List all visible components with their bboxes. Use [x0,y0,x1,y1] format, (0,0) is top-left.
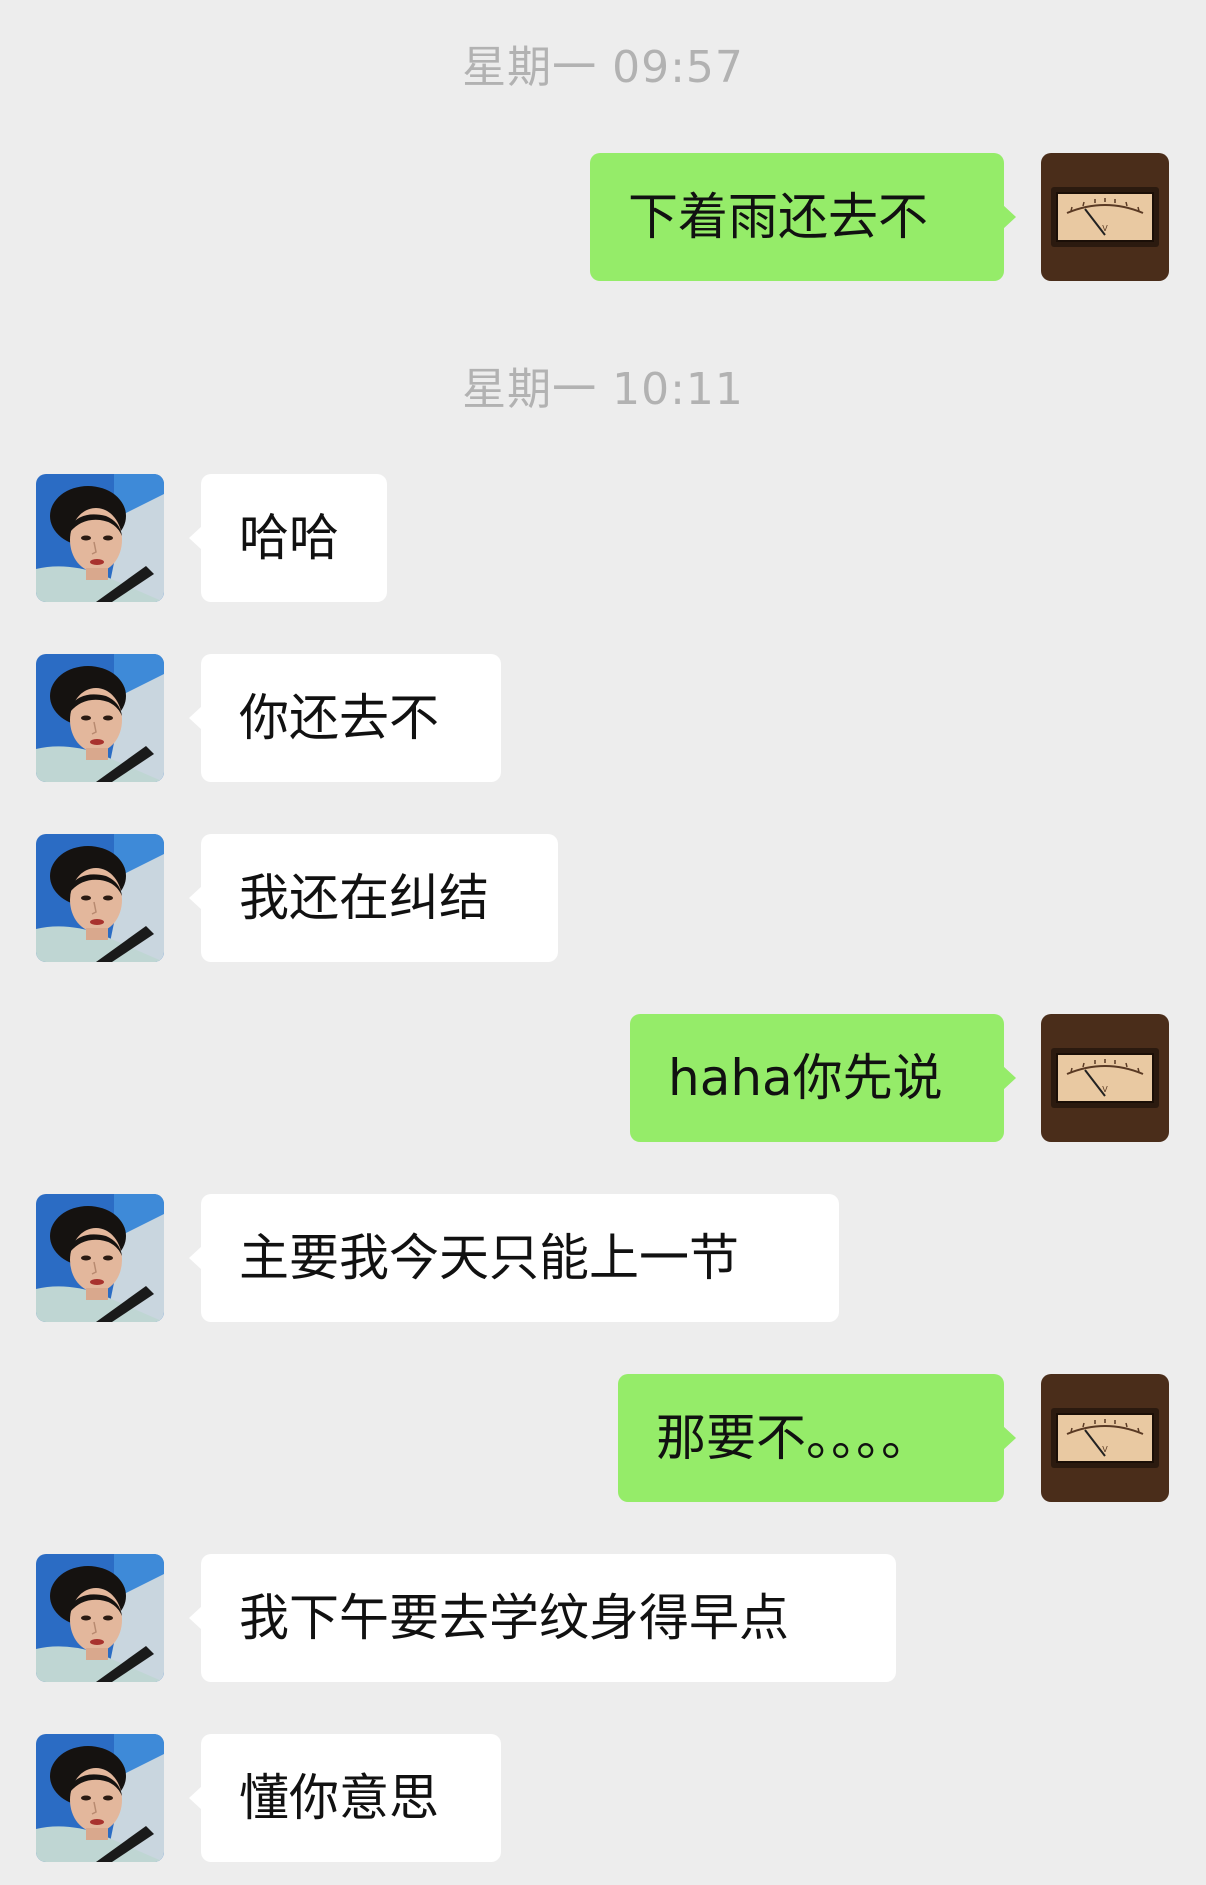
message-bubble[interactable]: 我还在纠结 [189,834,558,962]
portrait-avatar-icon [36,1554,164,1682]
contact-avatar[interactable] [36,474,164,602]
message-bubble[interactable]: 那要不。。。。 [618,1374,1016,1502]
vu-meter-avatar-icon[interactable] [1041,153,1169,281]
vu-meter-avatar-icon[interactable] [1041,1374,1169,1502]
contact-avatar[interactable] [36,1554,164,1682]
vu-meter-icon [1041,1374,1169,1502]
message-bubble[interactable]: 哈哈 [189,474,387,602]
message-bubble[interactable]: 懂你意思 [189,1734,501,1862]
message-bubble[interactable]: 下着雨还去不 [590,153,1016,281]
message-row: 哈哈 [0,474,1206,602]
vu-meter-icon [1041,153,1169,281]
message-bubble[interactable]: 我下午要去学纹身得早点 [189,1554,896,1682]
portrait-avatar-icon [36,1194,164,1322]
vu-meter-avatar-icon[interactable] [1041,1014,1169,1142]
message-row: 你还去不 [0,654,1206,782]
vu-meter-icon [1041,1014,1169,1142]
portrait-avatar-icon [36,834,164,962]
message-row: 下着雨还去不 [0,153,1206,281]
contact-avatar[interactable] [36,1194,164,1322]
message-row: 那要不。。。。 [0,1374,1206,1502]
message-row: haha你先说 [0,1014,1206,1142]
timestamp: 星期一 10:11 [462,364,744,415]
portrait-avatar-icon [36,474,164,602]
message-row: 我下午要去学纹身得早点 [0,1554,1206,1682]
portrait-avatar-icon [36,654,164,782]
portrait-avatar-icon [36,1734,164,1862]
message-row: 主要我今天只能上一节 [0,1194,1206,1322]
contact-avatar[interactable] [36,654,164,782]
timestamp: 星期一 09:57 [462,42,744,93]
chat-screen[interactable]: 星期一 09:57 下着雨还去不 星期一 10:11 哈哈 你还去不 我还在纠结… [0,0,1206,1885]
message-row: 懂你意思 [0,1734,1206,1862]
message-bubble[interactable]: 你还去不 [189,654,501,782]
message-bubble[interactable]: 主要我今天只能上一节 [189,1194,839,1322]
contact-avatar[interactable] [36,834,164,962]
message-row: 我还在纠结 [0,834,1206,962]
contact-avatar[interactable] [36,1734,164,1862]
message-bubble[interactable]: haha你先说 [630,1014,1016,1142]
